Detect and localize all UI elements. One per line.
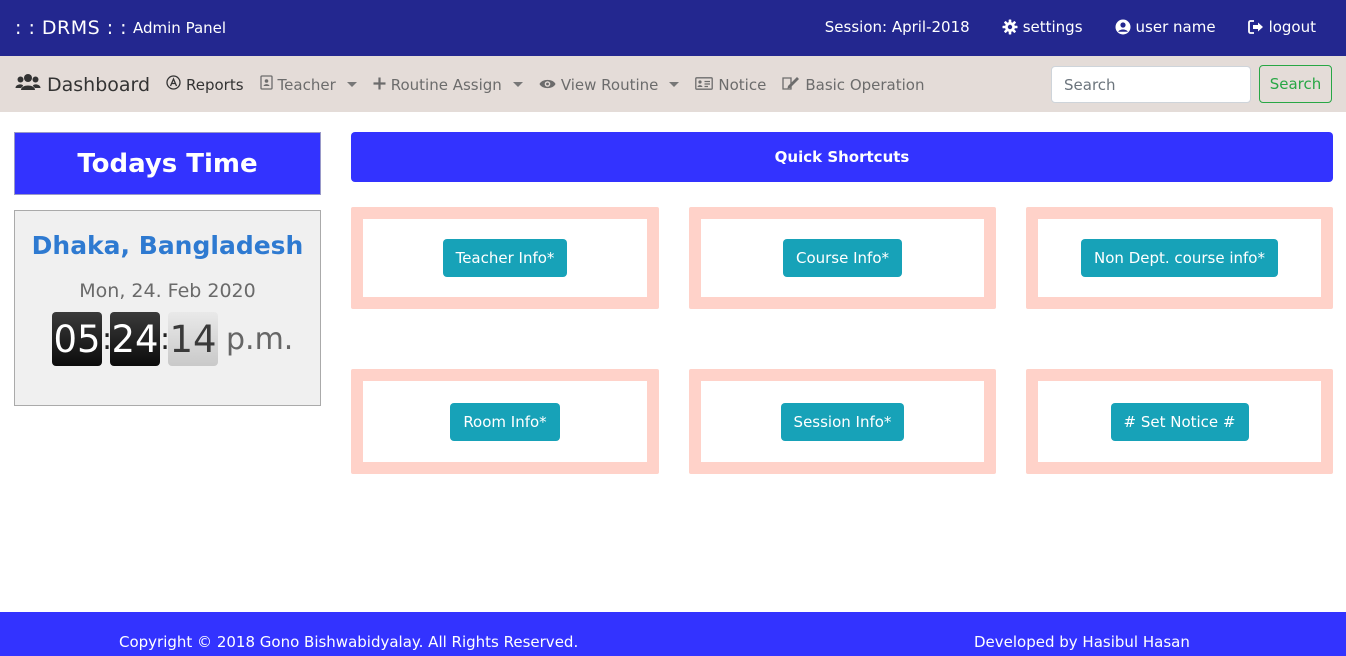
nav-item-label: View Routine (560, 75, 659, 94)
top-right-menu: Session: April-2018 settings user name l… (825, 18, 1316, 36)
clock-separator: : (102, 321, 113, 357)
shortcut-card: Teacher Info* (351, 207, 659, 309)
user-circle-icon (1115, 19, 1131, 35)
developer-credit: Developed by Hasibul Hasan (974, 633, 1190, 651)
users-icon (15, 73, 41, 96)
user-name-label: user name (1135, 18, 1216, 36)
teacher-info-button[interactable]: Teacher Info* (442, 239, 568, 277)
nav-item-view-routine[interactable]: View Routine (539, 76, 680, 94)
nav-item-teacher[interactable]: Teacher (259, 75, 357, 94)
digital-clock: 05 : 24 : 14 p.m. (52, 312, 293, 366)
user-link[interactable]: user name (1115, 18, 1216, 36)
top-bar: : : DRMS : : Admin Panel Session: April-… (0, 0, 1346, 56)
teacher-icon (259, 75, 273, 94)
nav-item-label: Notice (718, 75, 767, 94)
non-dept-course-info-button[interactable]: Non Dept. course info* (1081, 239, 1278, 277)
footer: Copyright © 2018 Gono Bishwabidyalay. Al… (0, 612, 1346, 656)
reports-icon (166, 75, 181, 94)
clock-hours: 05 (52, 312, 102, 366)
quick-shortcuts-header: Quick Shortcuts (351, 132, 1333, 182)
clock-minutes: 24 (110, 312, 160, 366)
chevron-down-icon (512, 82, 523, 87)
shortcut-card: Course Info* (689, 207, 996, 309)
nav-item-basic-operation[interactable]: Basic Operation (782, 75, 924, 94)
shortcut-card: Non Dept. course info* (1026, 207, 1333, 309)
session-text: Session: April-2018 (824, 18, 970, 36)
logout-icon (1247, 20, 1264, 34)
eye-icon (539, 76, 556, 94)
session-label: Session: April-2018 (825, 18, 970, 36)
chevron-down-icon (669, 82, 680, 87)
nav-item-notice[interactable]: Notice (695, 76, 766, 94)
session-info-button[interactable]: Session Info* (780, 402, 905, 441)
admin-panel-label: Admin Panel (133, 19, 227, 37)
course-info-button[interactable]: Course Info* (782, 239, 903, 277)
date-label: Mon, 24. Feb 2020 (79, 280, 256, 302)
settings-link[interactable]: settings (1002, 18, 1083, 36)
gear-icon (1002, 19, 1018, 35)
clock-ampm: p.m. (226, 321, 294, 357)
set-notice-button[interactable]: # Set Notice # (1110, 402, 1249, 441)
nav-item-label: Teacher (277, 75, 336, 94)
clock-seconds: 14 (168, 312, 218, 366)
shortcut-card: Room Info* (351, 369, 659, 474)
settings-label: settings (1022, 18, 1083, 36)
nav-menu: Reports Teacher Routine Assign View Rout… (166, 75, 940, 94)
plus-icon (373, 76, 386, 94)
app-brand[interactable]: : : DRMS : : (15, 17, 127, 39)
logout-label: logout (1268, 18, 1316, 36)
chevron-down-icon (346, 82, 357, 87)
clock-separator: : (160, 321, 171, 357)
search-input[interactable] (1051, 66, 1251, 103)
edit-icon (782, 75, 800, 94)
city-label: Dhaka, Bangladesh (31, 231, 304, 260)
search-button[interactable]: Search (1259, 65, 1332, 103)
room-info-button[interactable]: Room Info* (450, 402, 560, 441)
shortcut-card: # Set Notice # (1026, 369, 1333, 474)
nav-item-label: Reports (186, 75, 244, 94)
nav-item-label: Basic Operation (805, 75, 925, 94)
dashboard-label: Dashboard (47, 73, 151, 96)
clock-panel: Dhaka, Bangladesh Mon, 24. Feb 2020 05 :… (14, 210, 321, 406)
logout-link[interactable]: logout (1247, 18, 1316, 36)
shortcut-card: Session Info* (689, 369, 996, 474)
nav-item-routine-assign[interactable]: Routine Assign (373, 76, 523, 94)
dashboard-link[interactable]: Dashboard (15, 73, 150, 96)
todays-time-header: Todays Time (14, 132, 321, 195)
nav-item-reports[interactable]: Reports (166, 75, 244, 94)
nav-item-label: Routine Assign (390, 75, 502, 94)
copyright-text: Copyright © 2018 Gono Bishwabidyalay. Al… (119, 633, 579, 651)
notice-icon (695, 76, 714, 94)
